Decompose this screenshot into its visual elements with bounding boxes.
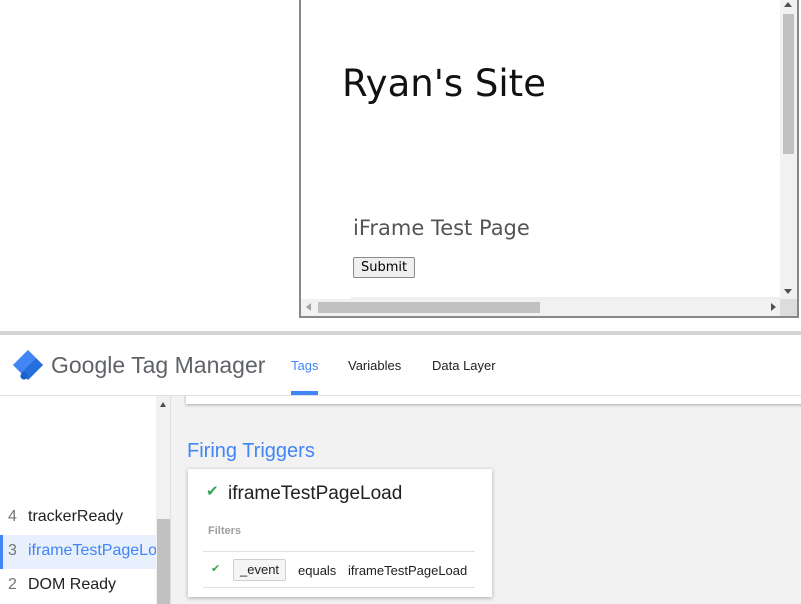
check-icon: ✔ bbox=[211, 562, 221, 575]
tab-tags[interactable]: Tags bbox=[291, 358, 318, 373]
horizontal-scroll-thumb[interactable] bbox=[318, 302, 540, 313]
sidebar-scroll-up-arrow-icon[interactable] bbox=[160, 402, 166, 407]
filter-row: ✔ _event equals iframeTestPageLoad bbox=[203, 551, 475, 588]
main-content: Firing Triggers ✔ iframeTestPageLoad Fil… bbox=[171, 396, 801, 604]
iframe-frame: Ryan's Site iFrame Test Page Submit bbox=[299, 0, 799, 318]
gtm-brand-name: Google Tag Manager bbox=[51, 352, 266, 378]
sidebar-scrollbar[interactable] bbox=[156, 396, 170, 604]
filters-label: Filters bbox=[208, 525, 242, 537]
scroll-up-arrow-icon[interactable] bbox=[784, 2, 792, 7]
check-icon: ✔ bbox=[206, 482, 219, 500]
scroll-left-arrow-icon[interactable] bbox=[306, 303, 311, 311]
sidebar-scroll-thumb[interactable] bbox=[157, 519, 170, 604]
filter-value: iframeTestPageLoad bbox=[348, 563, 468, 578]
trigger-card[interactable]: ✔ iframeTestPageLoad Filters ✔ _event eq… bbox=[188, 469, 492, 597]
event-number: 2 bbox=[8, 576, 17, 593]
section-title: Firing Triggers bbox=[187, 440, 315, 462]
filter-operator: equals bbox=[298, 563, 337, 578]
event-item-dom-ready[interactable]: 2 DOM Ready bbox=[0, 569, 156, 603]
event-name: DOM Ready bbox=[28, 576, 117, 593]
page-subtitle: iFrame Test Page bbox=[353, 216, 530, 240]
trigger-name: iframeTestPageLoad bbox=[228, 483, 403, 504]
vertical-scrollbar[interactable] bbox=[780, 0, 797, 300]
filter-variable-chip: _event bbox=[233, 559, 287, 581]
event-name: iframeTestPageLoad bbox=[28, 542, 156, 559]
gtm-header: Google Tag Manager Tags Variables Data L… bbox=[0, 335, 801, 396]
page-preview: Ryan's Site iFrame Test Page Submit bbox=[0, 0, 801, 331]
tab-data-layer[interactable]: Data Layer bbox=[432, 358, 496, 373]
horizontal-scrollbar[interactable] bbox=[301, 299, 780, 316]
event-item-tracker-ready[interactable]: 4 trackerReady bbox=[0, 501, 156, 535]
event-number: 4 bbox=[8, 508, 17, 525]
event-sidebar: 4 trackerReady 3 iframeTestPageLoad 2 DO… bbox=[0, 396, 171, 604]
submit-button[interactable]: Submit bbox=[353, 257, 416, 278]
event-number: 3 bbox=[8, 542, 17, 559]
scroll-right-arrow-icon[interactable] bbox=[771, 303, 776, 311]
tab-variables[interactable]: Variables bbox=[348, 358, 401, 373]
event-item-iframe-test-page-load[interactable]: 3 iframeTestPageLoad bbox=[0, 535, 156, 569]
gtm-diamond-icon bbox=[13, 350, 43, 380]
scroll-down-arrow-icon[interactable] bbox=[784, 289, 792, 294]
tag-details-card bbox=[186, 396, 801, 404]
site-title: Ryan's Site bbox=[342, 62, 546, 105]
scrollbar-corner bbox=[780, 299, 797, 316]
vertical-scroll-thumb[interactable] bbox=[783, 14, 794, 154]
active-tab-indicator bbox=[291, 391, 318, 395]
event-name: trackerReady bbox=[28, 508, 124, 525]
